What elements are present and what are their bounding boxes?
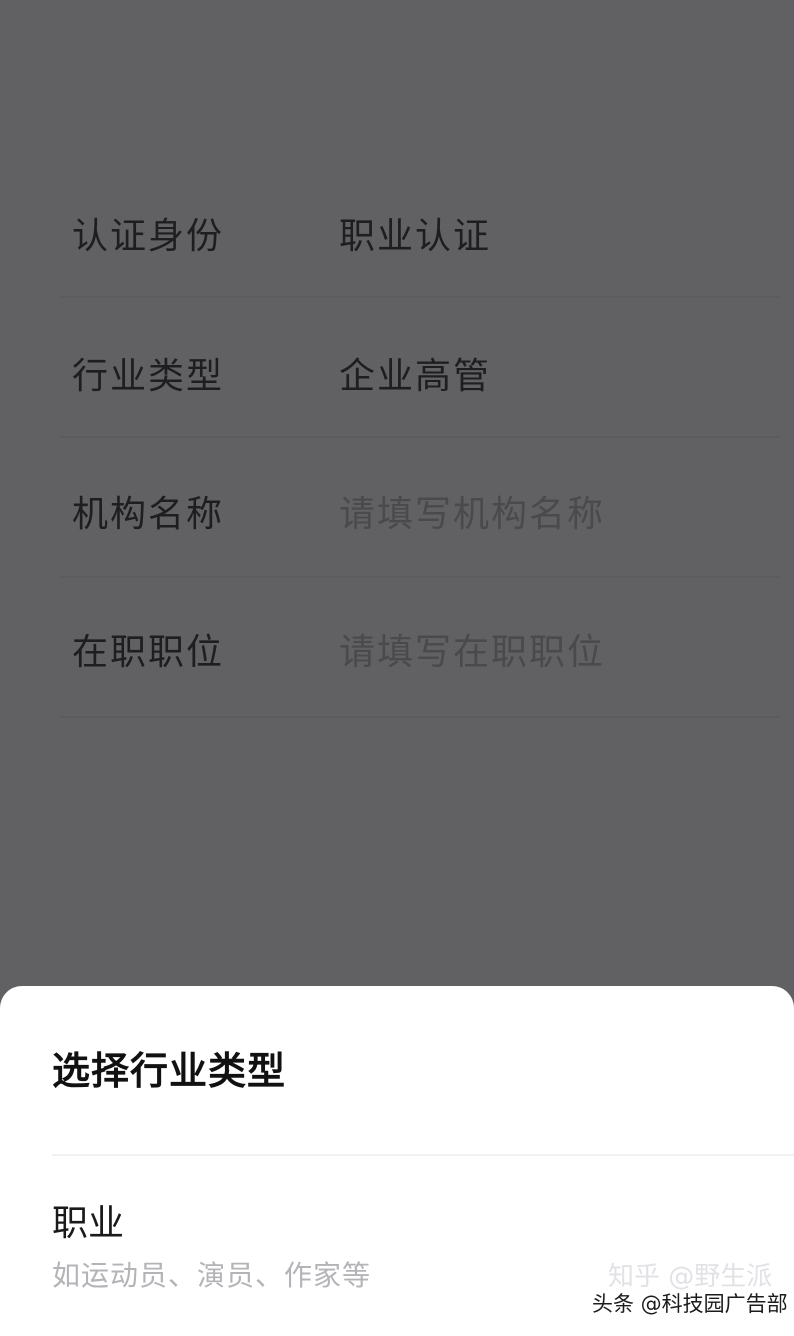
position-label: 在职职位 bbox=[72, 632, 225, 673]
identity-label: 认证身份 bbox=[72, 216, 225, 257]
organization-label: 机构名称 bbox=[72, 494, 225, 535]
industry-value[interactable]: 企业高管 bbox=[339, 359, 491, 395]
divider bbox=[60, 436, 780, 438]
position-input[interactable]: 请填写在职职位 bbox=[339, 635, 605, 671]
identity-value[interactable]: 职业认证 bbox=[339, 219, 491, 255]
divider bbox=[60, 576, 780, 578]
sheet-divider bbox=[52, 1154, 794, 1156]
sheet-title: 选择行业类型 bbox=[52, 1049, 287, 1093]
verification-form: 认证身份 职业认证 行业类型 企业高管 机构名称 请填写机构名称 在职职位 请填… bbox=[0, 0, 794, 990]
faint-watermark: 知乎 @野生派 bbox=[608, 1262, 773, 1292]
divider bbox=[60, 296, 780, 298]
industry-label: 行业类型 bbox=[72, 356, 225, 397]
row-identity[interactable]: 认证身份 职业认证 bbox=[72, 168, 774, 306]
watermark: 头条 @科技园广告部 bbox=[592, 1292, 788, 1316]
option-description: 如运动员、演员、作家等 bbox=[52, 1259, 372, 1292]
row-organization[interactable]: 机构名称 请填写机构名称 bbox=[72, 446, 774, 584]
row-industry[interactable]: 行业类型 企业高管 bbox=[72, 308, 774, 446]
option-title: 职业 bbox=[52, 1203, 125, 1244]
row-position[interactable]: 在职职位 请填写在职职位 bbox=[72, 584, 774, 722]
organization-input[interactable]: 请填写机构名称 bbox=[339, 497, 605, 533]
divider bbox=[60, 716, 780, 718]
